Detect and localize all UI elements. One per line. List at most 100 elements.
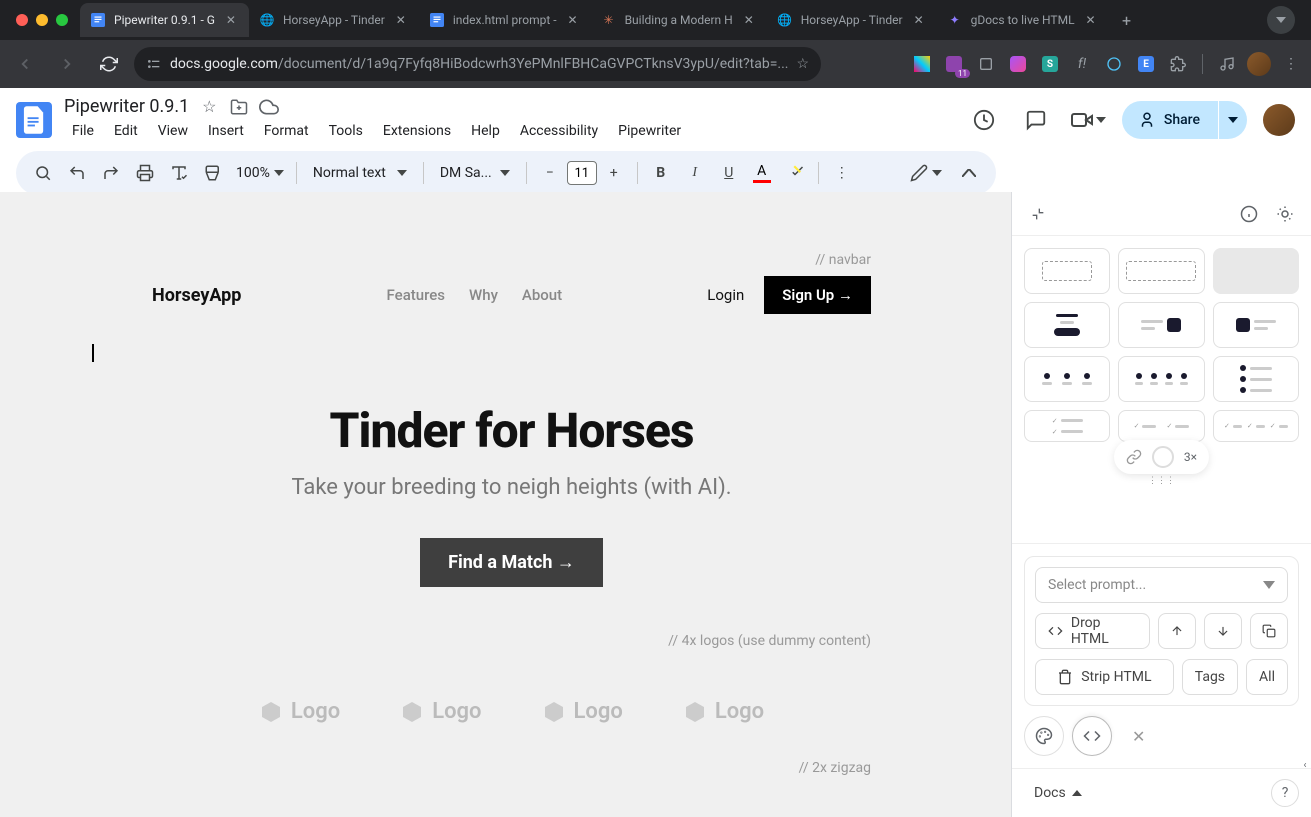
extension-icon[interactable] [910,52,934,76]
paint-format-button[interactable] [198,158,228,188]
copy-button[interactable] [1250,613,1288,649]
extensions-menu-icon[interactable] [1166,52,1190,76]
code-tab[interactable] [1072,716,1112,756]
star-icon[interactable]: ☆ [199,97,219,117]
italic-button[interactable]: I [680,158,710,188]
menu-insert[interactable]: Insert [200,119,252,143]
menu-view[interactable]: View [150,119,196,143]
menu-pipewriter[interactable]: Pipewriter [610,119,689,143]
editing-mode-dropdown[interactable] [910,164,942,182]
site-settings-icon[interactable] [146,56,162,72]
menu-file[interactable]: File [64,119,102,143]
undo-button[interactable] [62,158,92,188]
move-folder-icon[interactable] [229,97,249,117]
theme-icon[interactable] [1271,200,1299,228]
browser-tab[interactable]: index.html prompt - ✕ [419,3,591,37]
extension-icon[interactable] [1006,52,1030,76]
meet-button[interactable] [1070,108,1106,132]
browser-tab[interactable]: ✦ gDocs to live HTML ✕ [937,3,1109,37]
help-button[interactable]: ? [1271,779,1299,807]
zoom-dropdown[interactable]: 100% [232,165,288,181]
extension-icon[interactable]: S [1038,52,1062,76]
extension-icon[interactable]: E [1134,52,1158,76]
font-family-dropdown[interactable]: DM Sa... [432,165,518,181]
menu-edit[interactable]: Edit [106,119,146,143]
comments-button[interactable] [1018,102,1054,138]
nav-reload-button[interactable] [92,47,126,81]
block-checklist-single[interactable]: ✓✓ [1024,410,1110,442]
browser-tab[interactable]: Pipewriter 0.9.1 - G ✕ [80,3,249,37]
share-button[interactable]: Share [1122,101,1218,139]
cloud-saved-icon[interactable] [259,97,279,117]
extension-icon[interactable]: f! [1070,52,1094,76]
drop-html-button[interactable]: Drop HTML [1035,613,1150,649]
history-button[interactable] [966,102,1002,138]
tab-list-dropdown[interactable] [1267,6,1295,34]
document-title[interactable]: Pipewriter 0.9.1 [64,96,189,117]
strip-html-button[interactable]: Strip HTML [1035,659,1174,695]
print-button[interactable] [130,158,160,188]
multiplier-label[interactable]: 3× [1184,450,1197,464]
highlight-button[interactable] [780,158,810,188]
font-size-decrease[interactable]: − [535,158,565,188]
block-hero-right[interactable] [1213,302,1299,348]
paragraph-style-dropdown[interactable]: Normal text [305,165,415,181]
block-hero-left[interactable] [1118,302,1204,348]
block-checklist-double[interactable]: ✓✓ [1118,410,1204,442]
window-minimize[interactable] [36,14,48,26]
extension-icon[interactable] [1102,52,1126,76]
tab-close-icon[interactable]: ✕ [741,12,757,28]
font-size-input[interactable] [567,161,597,185]
browser-tab[interactable]: 🌐 HorseyApp - Tinder ✕ [767,3,937,37]
search-menus-button[interactable] [28,158,58,188]
menu-format[interactable]: Format [256,119,317,143]
redo-button[interactable] [96,158,126,188]
tab-close-icon[interactable]: ✕ [1083,12,1099,28]
window-close[interactable] [16,14,28,26]
move-down-button[interactable] [1204,613,1242,649]
block-checklist-triple[interactable]: ✓✓✓ [1213,410,1299,442]
more-options-button[interactable]: ⋮ [827,158,857,188]
bold-button[interactable]: B [646,158,676,188]
spellcheck-button[interactable] [164,158,194,188]
tab-close-icon[interactable]: ✕ [565,12,581,28]
side-collapse-button[interactable]: ‹ [1299,753,1311,777]
link-icon[interactable] [1126,449,1142,465]
extension-icon[interactable]: 11 [942,52,966,76]
block-four-dots[interactable] [1118,356,1204,402]
menu-tools[interactable]: Tools [321,119,371,143]
underline-button[interactable]: U [714,158,744,188]
profile-avatar[interactable] [1263,104,1295,136]
document-page[interactable]: // navbar HorseyApp Features Why About L… [12,192,1011,817]
share-dropdown[interactable] [1219,101,1247,139]
text-color-button[interactable]: A [748,163,776,183]
tags-button[interactable]: Tags [1182,659,1238,695]
tab-close-icon[interactable]: ✕ [911,12,927,28]
docs-footer-button[interactable]: Docs [1024,779,1092,807]
block-hero-centered[interactable] [1024,302,1110,348]
tab-close-icon[interactable]: ✕ [393,12,409,28]
collapse-toolbar-button[interactable] [954,158,984,188]
browser-tab[interactable]: 🌐 HorseyApp - Tinder ✕ [249,3,419,37]
media-control-icon[interactable] [1215,52,1239,76]
browser-tab[interactable]: ✳ Building a Modern H ✕ [591,3,767,37]
menu-extensions[interactable]: Extensions [375,119,459,143]
tab-close-icon[interactable]: ✕ [223,12,239,28]
nav-back-button[interactable] [8,47,42,81]
browser-menu-icon[interactable]: ⋮ [1279,52,1303,76]
palette-tab[interactable] [1024,716,1064,756]
block-empty-dashed-wide[interactable] [1118,248,1204,294]
tabs-close-button[interactable]: ✕ [1132,727,1145,746]
font-size-increase[interactable]: + [599,158,629,188]
nav-forward-button[interactable] [50,47,84,81]
profile-avatar[interactable] [1247,52,1271,76]
docs-logo[interactable] [16,102,52,138]
url-bar[interactable]: docs.google.com/document/d/1a9q7Fyfq8HiB… [134,47,821,81]
move-up-button[interactable] [1158,613,1196,649]
extension-icon[interactable] [974,52,998,76]
new-tab-button[interactable]: + [1113,6,1141,34]
menu-accessibility[interactable]: Accessibility [512,119,606,143]
block-dot-list[interactable] [1213,356,1299,402]
info-icon[interactable] [1235,200,1263,228]
block-empty-dashed[interactable] [1024,248,1110,294]
